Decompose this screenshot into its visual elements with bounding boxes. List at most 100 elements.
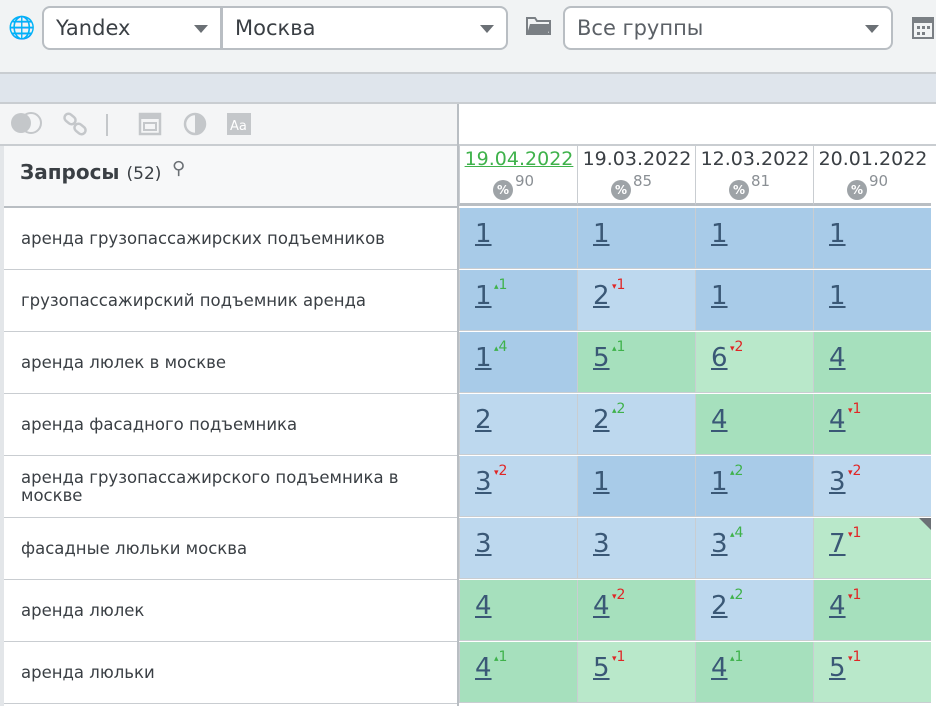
- position-cell[interactable]: 2 ▴2: [577, 394, 695, 455]
- position-cell[interactable]: 2: [459, 394, 577, 455]
- position-cell[interactable]: 1: [577, 456, 695, 517]
- date-column-header[interactable]: 19.03.2022% 85: [577, 146, 695, 206]
- position-value[interactable]: 4: [475, 591, 492, 621]
- change-value: 1: [734, 649, 744, 665]
- divider: [106, 114, 108, 136]
- note-corner-icon[interactable]: [919, 518, 931, 530]
- position-cell[interactable]: 1 ▴4: [459, 332, 577, 393]
- position-value[interactable]: 4: [829, 343, 846, 373]
- position-cell[interactable]: 1: [813, 208, 931, 269]
- position-value[interactable]: 4: [829, 405, 846, 435]
- position-cell[interactable]: 1: [695, 270, 813, 331]
- position-value[interactable]: 1: [711, 467, 728, 497]
- position-value[interactable]: 5: [593, 343, 610, 373]
- keyword-cell[interactable]: аренда фасадного подъемника: [4, 394, 457, 456]
- keyword-cell[interactable]: аренда люлек: [4, 580, 457, 642]
- position-value[interactable]: 7: [829, 529, 846, 559]
- keyword-cell[interactable]: аренда люлек в москве: [4, 332, 457, 394]
- position-cell[interactable]: 3: [459, 518, 577, 579]
- position-value[interactable]: 1: [593, 219, 610, 249]
- date-label[interactable]: 12.03.2022: [696, 148, 814, 170]
- position-value[interactable]: 1: [593, 467, 610, 497]
- position-value[interactable]: 4: [711, 653, 728, 683]
- position-cell[interactable]: 4 ▴1: [695, 642, 813, 703]
- position-value[interactable]: 2: [593, 405, 610, 435]
- position-cell[interactable]: 2 ▾1: [577, 270, 695, 331]
- keyword-text: аренда люлек: [21, 600, 145, 620]
- position-value[interactable]: 3: [829, 467, 846, 497]
- position-cell[interactable]: 5 ▴1: [577, 332, 695, 393]
- group-select[interactable]: Все группы: [563, 6, 893, 50]
- position-value[interactable]: 1: [711, 219, 728, 249]
- position-value[interactable]: 3: [711, 529, 728, 559]
- globe-icon[interactable]: 🌐: [8, 16, 35, 41]
- keyword-cell[interactable]: аренда грузопассажирского подъемника в м…: [4, 456, 457, 518]
- keyword-cell[interactable]: фасадные люльки москва: [4, 518, 457, 580]
- position-value[interactable]: 1: [475, 343, 492, 373]
- date-label[interactable]: 19.04.2022: [460, 148, 578, 170]
- position-cell[interactable]: 5 ▾1: [577, 642, 695, 703]
- search-engine-select[interactable]: Yandex: [42, 6, 222, 50]
- position-down-change: ▾1: [612, 649, 625, 665]
- position-value[interactable]: 1: [475, 219, 492, 249]
- position-value[interactable]: 3: [593, 529, 610, 559]
- search-icon[interactable]: ⚲: [172, 158, 185, 179]
- position-value[interactable]: 5: [593, 653, 610, 683]
- position-up-change: ▴1: [612, 339, 625, 355]
- position-value[interactable]: 4: [711, 405, 728, 435]
- position-value[interactable]: 2: [711, 591, 728, 621]
- position-cell[interactable]: 3 ▾2: [813, 456, 931, 517]
- window-icon[interactable]: [138, 112, 162, 141]
- position-value[interactable]: 3: [475, 467, 492, 497]
- position-cell[interactable]: 6 ▾2: [695, 332, 813, 393]
- position-cell[interactable]: 4 ▴1: [459, 642, 577, 703]
- change-value: 1: [852, 587, 862, 603]
- toggle-icon[interactable]: [10, 112, 42, 139]
- position-value[interactable]: 1: [829, 281, 846, 311]
- keyword-cell[interactable]: грузопассажирский подъемник аренда: [4, 270, 457, 332]
- position-cell[interactable]: 4: [813, 332, 931, 393]
- position-cell[interactable]: 4 ▾1: [813, 580, 931, 641]
- position-cell[interactable]: 1: [577, 208, 695, 269]
- position-cell[interactable]: 4: [695, 394, 813, 455]
- position-cell[interactable]: 1: [695, 208, 813, 269]
- date-label[interactable]: 20.01.2022: [814, 148, 932, 170]
- date-column-header[interactable]: 20.01.2022% 90: [813, 146, 931, 206]
- position-cell[interactable]: 1: [459, 208, 577, 269]
- date-column-header[interactable]: 12.03.2022% 81: [695, 146, 813, 206]
- position-value[interactable]: 4: [475, 653, 492, 683]
- position-cell[interactable]: 4: [459, 580, 577, 641]
- keyword-cell[interactable]: аренда люльки: [4, 642, 457, 704]
- date-label[interactable]: 19.03.2022: [578, 148, 696, 170]
- region-select[interactable]: Москва: [222, 6, 508, 50]
- position-cell[interactable]: 1 ▴1: [459, 270, 577, 331]
- position-value[interactable]: 5: [829, 653, 846, 683]
- position-value[interactable]: 2: [475, 405, 492, 435]
- position-value[interactable]: 2: [593, 281, 610, 311]
- position-value[interactable]: 4: [829, 591, 846, 621]
- keyword-cell[interactable]: аренда грузопассажирских подъемников: [4, 208, 457, 270]
- keyword-text: фасадные люльки москва: [21, 538, 248, 558]
- position-cell[interactable]: 3 ▾2: [459, 456, 577, 517]
- position-cell[interactable]: 1: [813, 270, 931, 331]
- date-column-header[interactable]: 19.04.2022% 90: [459, 146, 577, 206]
- position-value[interactable]: 1: [829, 219, 846, 249]
- contrast-icon[interactable]: [183, 112, 207, 141]
- folder-icon[interactable]: [526, 14, 552, 42]
- font-size-icon[interactable]: Aa: [226, 112, 252, 141]
- calendar-icon[interactable]: [912, 14, 934, 46]
- position-value[interactable]: 6: [711, 343, 728, 373]
- position-value[interactable]: 1: [475, 281, 492, 311]
- link-icon[interactable]: [62, 112, 88, 141]
- position-cell[interactable]: 4 ▾1: [813, 394, 931, 455]
- position-cell[interactable]: 7 ▾1: [813, 518, 931, 579]
- position-cell[interactable]: 5 ▾1: [813, 642, 931, 703]
- position-cell[interactable]: 1 ▴2: [695, 456, 813, 517]
- position-value[interactable]: 4: [593, 591, 610, 621]
- position-cell[interactable]: 3: [577, 518, 695, 579]
- position-cell[interactable]: 2 ▴2: [695, 580, 813, 641]
- position-value[interactable]: 1: [711, 281, 728, 311]
- position-cell[interactable]: 4 ▾2: [577, 580, 695, 641]
- position-cell[interactable]: 3 ▴4: [695, 518, 813, 579]
- position-value[interactable]: 3: [475, 529, 492, 559]
